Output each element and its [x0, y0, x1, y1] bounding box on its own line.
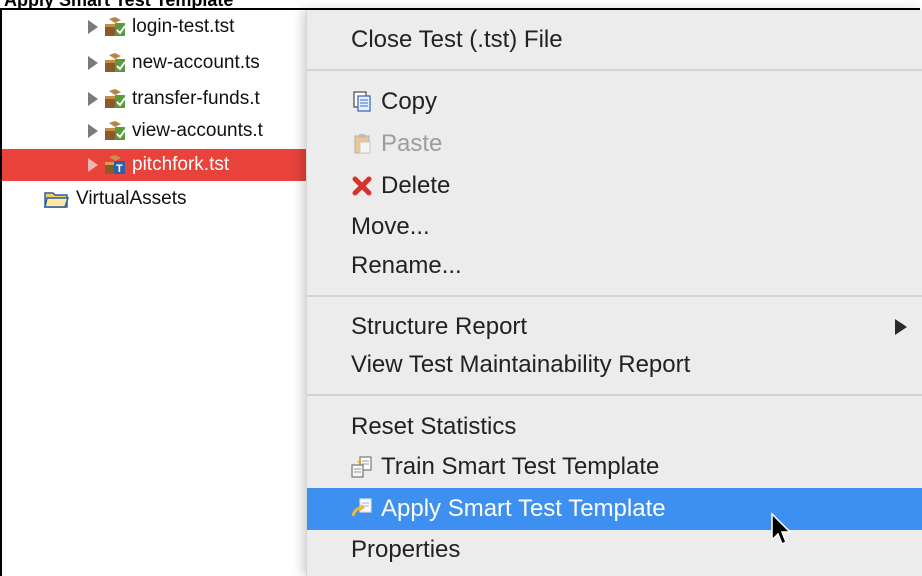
menu-item-view-maintainability[interactable]: View Test Maintainability Report — [307, 345, 922, 385]
context-menu: Close Test (.tst) File Copy Paste Delete… — [306, 10, 922, 576]
menu-item-label: Train Smart Test Template — [381, 453, 660, 480]
expand-arrow-icon[interactable] — [88, 56, 98, 70]
train-template-icon — [351, 456, 373, 478]
menu-item-label: Structure Report — [351, 313, 528, 340]
menu-item-apply-template[interactable]: Apply Smart Test Template — [307, 488, 922, 530]
expand-arrow-icon[interactable] — [88, 158, 98, 172]
menu-item-label: View Test Maintainability Report — [351, 351, 691, 378]
menu-item-label: Close Test (.tst) File — [351, 26, 563, 53]
tree-item-label: new-account.ts — [132, 52, 260, 73]
menu-item-label: Delete — [381, 172, 451, 199]
menu-separator — [307, 295, 922, 297]
test-file-icon — [104, 53, 126, 73]
menu-item-label: Properties — [351, 536, 461, 563]
mouse-cursor-icon — [770, 512, 794, 553]
expand-arrow-icon[interactable] — [88, 20, 98, 34]
tree-item-label: pitchfork.tst — [132, 154, 230, 175]
menu-item-move[interactable]: Move... — [307, 207, 922, 247]
tree-item-label: login-test.tst — [132, 16, 235, 37]
menu-item-structure-report[interactable]: Structure Report — [307, 307, 922, 347]
tree-item-label: VirtualAssets — [76, 188, 187, 209]
menu-item-label: Apply Smart Test Template — [381, 495, 666, 522]
expand-arrow-icon[interactable] — [88, 92, 98, 106]
menu-item-close-test[interactable]: Close Test (.tst) File — [307, 20, 922, 60]
apply-template-icon — [351, 498, 373, 520]
menu-separator — [307, 69, 922, 71]
menu-item-rename[interactable]: Rename... — [307, 246, 922, 286]
menu-separator — [307, 394, 922, 396]
menu-item-label: Copy — [381, 88, 438, 115]
menu-item-label: Move... — [351, 213, 430, 240]
delete-icon — [351, 175, 373, 197]
copy-icon — [351, 91, 373, 113]
menu-item-copy[interactable]: Copy — [307, 82, 922, 122]
menu-item-delete[interactable]: Delete — [307, 166, 922, 206]
project-tree: login-test.tst new-account.ts transfer-f… — [2, 10, 408, 576]
tree-item-label: transfer-funds.t — [132, 88, 260, 109]
svg-text:T: T — [116, 163, 123, 175]
paste-icon — [351, 133, 373, 155]
menu-item-label: Rename... — [351, 252, 462, 279]
menu-item-label: Paste — [381, 130, 443, 157]
menu-item-properties[interactable]: Properties — [307, 530, 922, 570]
test-file-icon — [104, 121, 126, 141]
submenu-arrow-icon — [895, 319, 907, 335]
menu-item-train-template[interactable]: Train Smart Test Template — [307, 447, 922, 487]
test-file-icon — [104, 89, 126, 109]
menu-item-label: Reset Statistics — [351, 413, 517, 440]
menu-item-paste[interactable]: Paste — [307, 124, 922, 164]
test-file-icon — [104, 17, 126, 37]
expand-arrow-icon[interactable] — [88, 124, 98, 138]
menu-item-reset-statistics[interactable]: Reset Statistics — [307, 407, 922, 447]
template-file-icon: T — [104, 155, 126, 175]
folder-icon — [44, 189, 70, 209]
tree-item-label: view-accounts.t — [132, 120, 263, 141]
